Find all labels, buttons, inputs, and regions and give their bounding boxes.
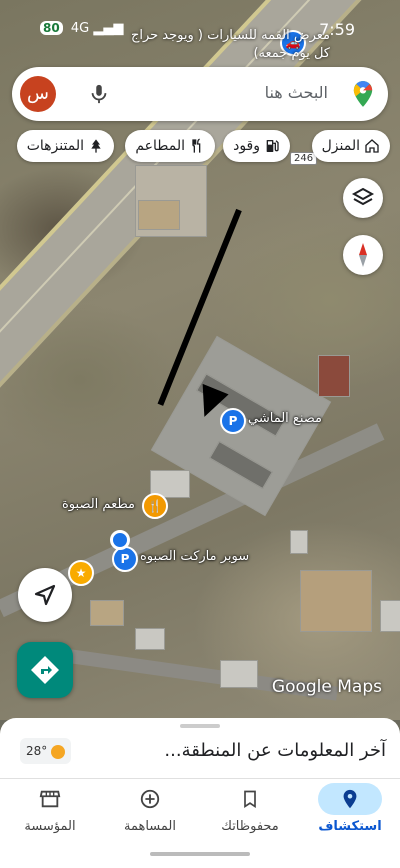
chip-fuel[interactable]: وقود [223, 130, 290, 162]
poi-label[interactable]: سوبر ماركت الصبوه [140, 549, 249, 564]
nav-label: المساهمة [124, 819, 176, 834]
chip-label: المتنزهات [26, 138, 84, 154]
red-lot [318, 355, 350, 397]
bookmark-icon [218, 783, 282, 815]
nav-contribute[interactable]: المساهمة [100, 783, 200, 834]
building [135, 628, 165, 650]
chip-label: المطاعم [135, 138, 185, 154]
weather-chip[interactable]: 28° [20, 738, 72, 764]
parking-pin-icon[interactable]: P [112, 546, 138, 572]
building [138, 200, 180, 230]
chip-parks[interactable]: المتنزهات [16, 130, 114, 162]
google-maps-watermark: Google Maps [271, 677, 382, 697]
chip-home[interactable]: المنزل [311, 130, 390, 162]
nav-label: استكشاف [318, 819, 382, 834]
top-place-label[interactable]: معرض القمه للسيارات ( ويوجد حراج كل يوم … [130, 27, 330, 63]
fuel-icon [266, 140, 279, 152]
compound [300, 570, 372, 632]
nav-label: محفوظاتك [221, 819, 279, 834]
storefront-icon [18, 783, 82, 815]
compass-button[interactable] [343, 235, 383, 275]
poi-label[interactable]: مصنع الماشي [248, 411, 322, 426]
my-location-dot [110, 530, 130, 550]
my-location-button[interactable] [18, 568, 72, 622]
search-input[interactable]: البحث هنا [265, 83, 328, 102]
park-icon [91, 139, 101, 153]
category-chips: المنزل وقود المطاعم المتنزهات [0, 130, 400, 164]
network-type: 4G [70, 21, 90, 36]
sun-icon [51, 744, 66, 759]
nav-explore[interactable]: استكشاف [300, 783, 400, 834]
directions-icon [31, 656, 59, 684]
battery-indicator: 80 [40, 21, 63, 35]
parking-pin-icon[interactable]: P [220, 408, 246, 434]
compass-icon [359, 243, 367, 267]
sheet-handle[interactable] [180, 724, 220, 728]
signal-icon: ▂▄▆ [93, 21, 124, 36]
chip-label: المنزل [321, 138, 360, 154]
navigation-arrow-icon [34, 584, 56, 606]
nav-label: المؤسسة [24, 819, 76, 834]
home-icon [365, 139, 379, 153]
building [380, 600, 400, 632]
layers-icon [351, 187, 375, 206]
avatar[interactable]: س [20, 76, 56, 112]
search-bar[interactable]: س البحث هنا [12, 67, 388, 121]
restaurant-pin-icon[interactable]: 🍴 [142, 493, 168, 519]
restaurant-icon [192, 138, 201, 153]
layers-button[interactable] [343, 178, 383, 218]
bottom-sheet[interactable]: آخر المعلومات عن المنطقة... 28° [0, 718, 400, 778]
nav-saved[interactable]: محفوظاتك [200, 783, 300, 834]
location-pin-icon [318, 783, 382, 815]
mic-icon[interactable] [88, 83, 110, 105]
poi-label[interactable]: مطعم الصبوة [62, 497, 135, 512]
nav-business[interactable]: المؤسسة [0, 783, 100, 834]
status-left: 80 4G ▂▄▆ [40, 21, 123, 36]
directions-button[interactable] [17, 642, 73, 698]
chip-label: وقود [233, 138, 260, 154]
add-circle-icon [118, 783, 182, 815]
gesture-bar[interactable] [150, 852, 250, 856]
building [290, 530, 308, 554]
building [90, 600, 124, 626]
sheet-title[interactable]: آخر المعلومات عن المنطقة... [164, 740, 386, 761]
google-maps-logo-icon [353, 81, 373, 107]
building [220, 660, 258, 688]
chip-restaurants[interactable]: المطاعم [125, 130, 215, 162]
temperature: 28° [26, 744, 48, 758]
